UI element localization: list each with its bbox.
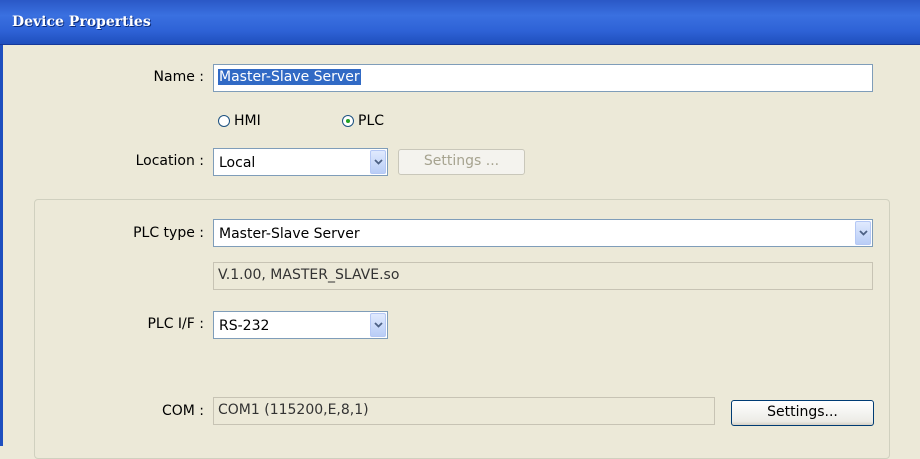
location-select-value: Local [219, 155, 256, 171]
radio-plc-icon [342, 115, 354, 127]
radio-plc[interactable]: PLC [342, 113, 384, 129]
com-settings-button[interactable]: Settings... [731, 400, 874, 426]
location-select[interactable]: Local [213, 148, 388, 176]
plc-version-field: V.1.00, MASTER_SLAVE.so [213, 262, 873, 290]
plc-type-label: PLC type : [133, 225, 204, 241]
title-bar: Device Properties [0, 0, 920, 45]
location-label: Location : [135, 153, 204, 169]
radio-hmi[interactable]: HMI [218, 113, 261, 129]
plc-if-select-value: RS-232 [219, 318, 270, 334]
plc-if-select[interactable]: RS-232 [213, 311, 388, 339]
chevron-down-icon[interactable] [370, 313, 386, 337]
chevron-down-icon[interactable] [855, 221, 871, 245]
window-title: Device Properties [12, 14, 151, 30]
com-field: COM1 (115200,E,8,1) [213, 397, 715, 425]
radio-hmi-icon [218, 115, 230, 127]
radio-plc-label: PLC [358, 113, 385, 129]
location-settings-button[interactable]: Settings ... [398, 149, 525, 175]
plc-if-label: PLC I/F : [147, 316, 204, 332]
name-input-value: Master-Slave Server [218, 69, 361, 85]
name-label: Name : [153, 69, 204, 85]
com-label: COM : [161, 403, 204, 419]
chevron-down-icon[interactable] [370, 150, 386, 174]
plc-type-select-value: Master-Slave Server [219, 226, 360, 242]
name-input[interactable]: Master-Slave Server [213, 64, 873, 92]
radio-hmi-label: HMI [234, 113, 261, 129]
plc-type-select[interactable]: Master-Slave Server [213, 219, 873, 247]
